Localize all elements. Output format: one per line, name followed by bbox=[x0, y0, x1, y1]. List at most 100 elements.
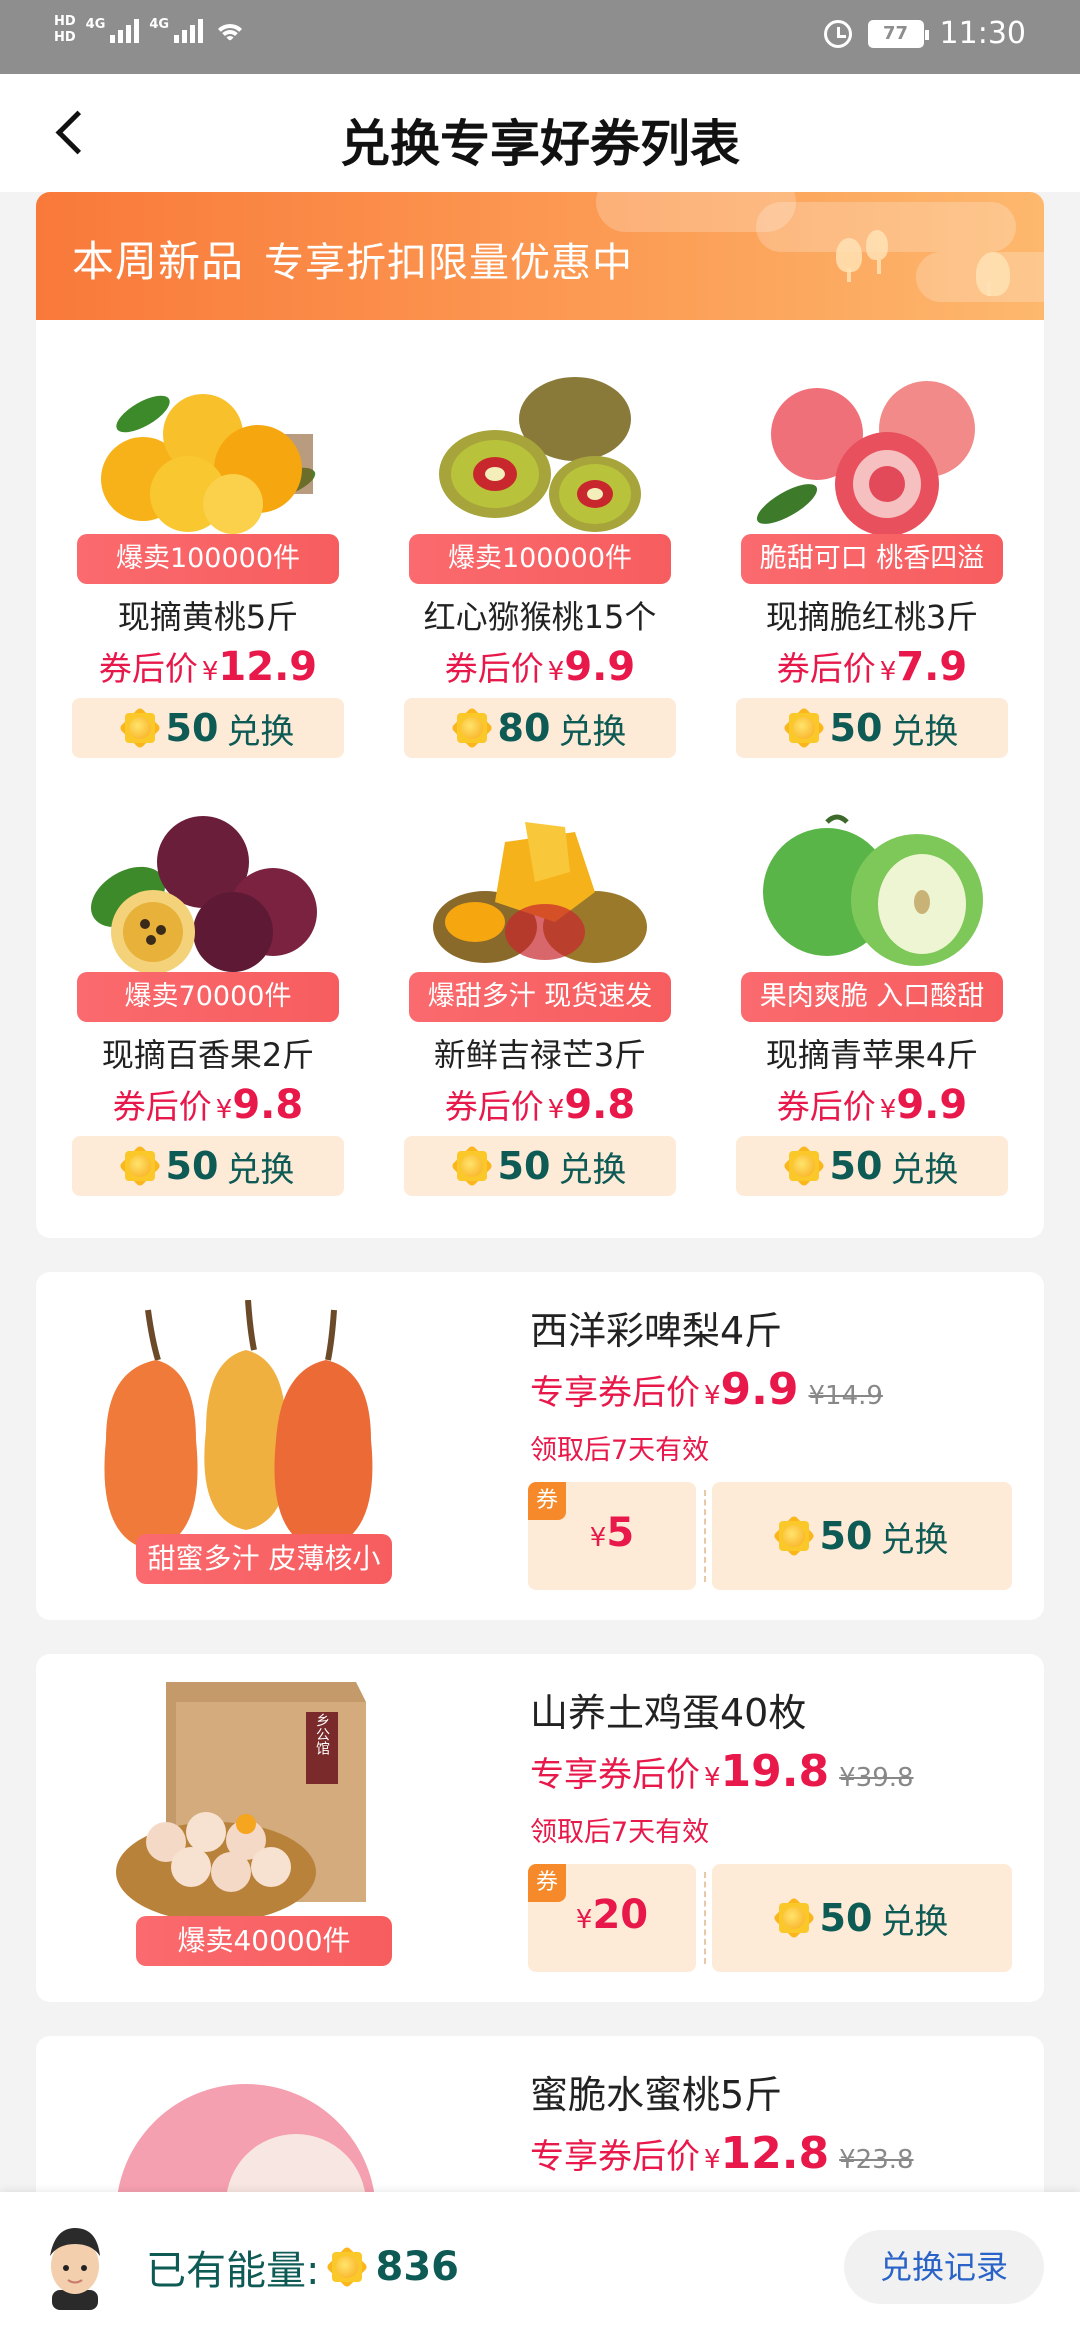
exchange-label: 兑换 bbox=[226, 1149, 295, 1190]
list-item[interactable]: 甜蜜多汁 皮薄核小 西洋彩啤梨4斤 专享券后价 ¥9.9 ¥14.9 领取后7天有效… bbox=[36, 1272, 1044, 1620]
battery-icon: 77 bbox=[867, 19, 929, 48]
energy-value: 836 bbox=[375, 2244, 459, 2290]
price-value: 12.9 bbox=[218, 644, 318, 690]
energy-cost: 50 bbox=[819, 1896, 873, 1940]
product-card[interactable]: 果肉爽脆 入口酸甜 现摘青苹果4斤 券后价 ¥9.9 50 兑换 bbox=[722, 812, 1022, 1232]
product-name: 蜜脆水蜜桃5斤 bbox=[530, 2073, 783, 2117]
price-value: 9.9 bbox=[896, 1082, 968, 1128]
energy-sun-icon bbox=[122, 1148, 158, 1184]
product-name: 新鲜吉禄芒3斤 bbox=[433, 1036, 647, 1074]
price-value: 9.8 bbox=[564, 1082, 636, 1128]
coupon-amount: 5 bbox=[606, 1510, 635, 1556]
product-tag: 爆卖100000件 bbox=[77, 534, 339, 584]
exchange-label: 兑换 bbox=[558, 1149, 627, 1190]
coupon-amount: 20 bbox=[592, 1892, 649, 1938]
bottom-bar: 已有能量: 836 兑换记录 bbox=[0, 2192, 1080, 2340]
wifi-icon bbox=[213, 16, 248, 44]
product-card[interactable]: 爆卖100000件 红心猕猴桃15个 券后价 ¥9.9 80 兑换 bbox=[390, 374, 690, 794]
energy-sun-icon bbox=[786, 1148, 822, 1184]
product-price: 券后价 ¥12.9 bbox=[58, 642, 358, 690]
product-card[interactable]: 爆卖70000件 现摘百香果2斤 券后价 ¥9.8 50 兑换 bbox=[58, 812, 358, 1232]
energy-cost: 50 bbox=[165, 1144, 219, 1188]
energy-cost: 80 bbox=[497, 706, 551, 750]
validity-text: 领取后7天有效 bbox=[530, 1817, 710, 1848]
price-label: 券后价 bbox=[444, 649, 544, 688]
exchange-button[interactable]: 80 兑换 bbox=[404, 698, 676, 758]
price-value: 9.9 bbox=[564, 644, 636, 690]
product-name: 现摘脆红桃3斤 bbox=[765, 598, 979, 636]
price-label: 券后价 bbox=[98, 649, 198, 688]
product-name: 西洋彩啤梨4斤 bbox=[530, 1309, 783, 1353]
avatar bbox=[50, 2228, 100, 2310]
currency-symbol: ¥ bbox=[201, 657, 219, 687]
currency-symbol: ¥ bbox=[575, 1905, 593, 1935]
hd-label-1: HD bbox=[54, 14, 76, 29]
price-value: 19.8 bbox=[720, 1746, 830, 1797]
product-card[interactable]: 爆甜多汁 现货速发 新鲜吉禄芒3斤 券后价 ¥9.8 50 兑换 bbox=[390, 812, 690, 1232]
product-name: 现摘百香果2斤 bbox=[101, 1036, 315, 1074]
box-brand-label: 乡公馆 bbox=[314, 1713, 330, 1755]
exchange-button[interactable]: 50 兑换 bbox=[712, 1482, 1012, 1590]
banner-subtitle: 专享折扣限量优惠中 bbox=[264, 240, 634, 286]
hd-label-2: HD bbox=[54, 30, 76, 45]
exchange-button[interactable]: 50 兑换 bbox=[404, 1136, 676, 1196]
exchange-records-button[interactable]: 兑换记录 bbox=[844, 2230, 1044, 2304]
currency-symbol: ¥ bbox=[547, 1095, 565, 1125]
passion-fruit-image bbox=[91, 816, 317, 972]
page-title: 兑换专享好券列表 bbox=[340, 115, 740, 173]
currency-symbol: ¥ bbox=[215, 1095, 233, 1125]
product-price: 券后价 ¥7.9 bbox=[722, 642, 1022, 690]
kiwi-image bbox=[439, 377, 641, 532]
product-price: 券后价 ¥9.9 bbox=[390, 642, 690, 690]
price-label: 券后价 bbox=[776, 1087, 876, 1126]
energy-sun-icon bbox=[776, 1900, 812, 1936]
validity-text: 领取后7天有效 bbox=[530, 1435, 710, 1466]
product-tag: 脆甜可口 桃香四溢 bbox=[741, 534, 1003, 584]
coupon-divider bbox=[704, 1490, 706, 1582]
exchange-button[interactable]: 50 兑换 bbox=[72, 1136, 344, 1196]
energy-label: 已有能量: bbox=[146, 2248, 320, 2294]
product-price: 券后价 ¥9.8 bbox=[390, 1080, 690, 1128]
currency-symbol: ¥ bbox=[704, 1381, 721, 1411]
product-name: 现摘青苹果4斤 bbox=[765, 1036, 979, 1074]
currency-symbol: ¥ bbox=[704, 1763, 721, 1793]
exchange-label: 兑换 bbox=[890, 711, 959, 752]
signal-icon: 4G bbox=[149, 17, 204, 43]
original-price: ¥14.9 bbox=[808, 1381, 883, 1411]
exchange-label: 兑换 bbox=[890, 1149, 959, 1190]
promo-banner: 本周新品 专享折扣限量优惠中 bbox=[36, 192, 1044, 320]
list-item[interactable]: 乡公馆 爆卖40000件 山养土鸡蛋40枚 专享券后价 ¥19.8 ¥39.8 领取… bbox=[36, 1654, 1044, 2002]
energy-sun-icon bbox=[786, 710, 822, 746]
product-tag: 爆卖70000件 bbox=[77, 972, 339, 1022]
product-tag: 果肉爽脆 入口酸甜 bbox=[741, 972, 1003, 1022]
energy-sun-icon bbox=[122, 710, 158, 746]
original-price: ¥39.8 bbox=[839, 1763, 914, 1793]
product-card[interactable]: 脆甜可口 桃香四溢 现摘脆红桃3斤 券后价 ¥7.9 50 兑换 bbox=[722, 374, 1022, 794]
energy-cost: 50 bbox=[819, 1514, 873, 1558]
coupon-value-box: 券 ¥5 bbox=[528, 1482, 696, 1590]
energy-cost: 50 bbox=[829, 1144, 883, 1188]
nav-bar: 兑换专享好券列表 bbox=[0, 74, 1080, 192]
signal-icon: 4G bbox=[86, 17, 140, 43]
exchange-button[interactable]: 50 兑换 bbox=[736, 1136, 1008, 1196]
product-tag: 爆卖40000件 bbox=[136, 1916, 392, 1966]
exchange-label: 兑换 bbox=[880, 1901, 949, 1942]
exchange-button[interactable]: 50 兑换 bbox=[72, 698, 344, 758]
exchange-label: 兑换 bbox=[558, 711, 627, 752]
product-price: 券后价 ¥9.9 bbox=[722, 1080, 1022, 1128]
weekly-new-card: 本周新品 专享折扣限量优惠中 爆卖100000件 现摘黄桃5斤 券后价 ¥12.9 … bbox=[36, 192, 1044, 1238]
product-card[interactable]: 爆卖100000件 现摘黄桃5斤 券后价 ¥12.9 50 兑换 bbox=[58, 374, 358, 794]
red-peach-image bbox=[756, 381, 975, 534]
product-name: 红心猕猴桃15个 bbox=[423, 598, 657, 636]
coupon-divider bbox=[704, 1872, 706, 1964]
product-price: 专享券后价 ¥9.9 ¥14.9 bbox=[530, 1364, 883, 1415]
exchange-button[interactable]: 50 兑换 bbox=[736, 698, 1008, 758]
exchange-label: 兑换 bbox=[880, 1519, 949, 1560]
price-label: 专享券后价 bbox=[530, 1755, 700, 1795]
price-value: 12.8 bbox=[720, 2128, 830, 2179]
price-value: 7.9 bbox=[896, 644, 968, 690]
price-label: 券后价 bbox=[112, 1087, 212, 1126]
price-value: 9.8 bbox=[232, 1082, 304, 1128]
exchange-button[interactable]: 50 兑换 bbox=[712, 1864, 1012, 1972]
signal-1-label: 4G bbox=[85, 17, 106, 32]
